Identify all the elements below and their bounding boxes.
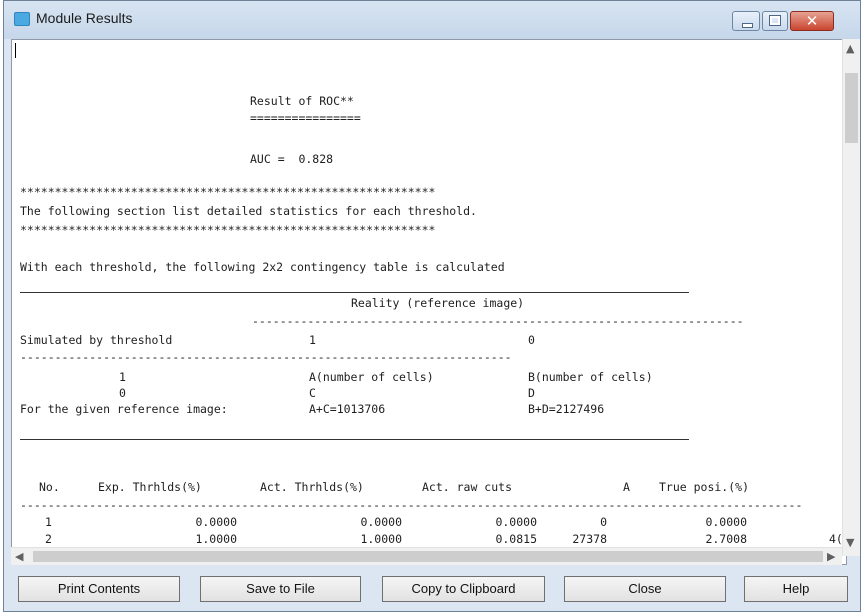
window-title: Module Results (36, 10, 133, 26)
scroll-left-icon[interactable]: ◀ (15, 550, 23, 563)
minimize-icon (742, 23, 753, 28)
table-row-1-exp: 0.0000 (195, 515, 237, 529)
results-text-area[interactable]: Result of ROC** ================ AUC = 0… (11, 39, 847, 565)
stars-divider-top: ****************************************… (20, 185, 436, 199)
reality-col-1: 1 (309, 333, 316, 347)
sim-row-0: 0 (119, 386, 126, 400)
contingency-intro: With each threshold, the following 2x2 c… (20, 260, 505, 274)
scroll-down-icon[interactable]: ▼ (846, 536, 854, 549)
given-reference-label: For the given reference image: (20, 402, 228, 416)
cell-d: D (528, 386, 535, 400)
result-underline: ================ (250, 111, 361, 125)
table-row-1-a: 0 (600, 515, 607, 529)
stars-divider-bottom: ****************************************… (20, 223, 436, 237)
maximize-icon (769, 15, 781, 26)
close-window-button[interactable]: ✕ (790, 11, 834, 31)
table-row-2-overflow: 4( (829, 532, 843, 546)
vertical-scroll-thumb[interactable] (845, 73, 858, 143)
cell-b: B(number of cells) (528, 370, 653, 384)
save-to-file-button[interactable]: Save to File (200, 576, 361, 602)
sim-row-1: 1 (119, 370, 126, 384)
table-row-1-no: 1 (45, 515, 52, 529)
col-header-a: A (623, 480, 630, 494)
table-row-1-raw: 0.0000 (495, 515, 537, 529)
reality-col-0: 0 (528, 333, 535, 347)
vertical-scrollbar[interactable]: ▲ ▼ (842, 39, 860, 556)
scroll-right-icon[interactable]: ▶ (827, 550, 835, 563)
title-bar[interactable]: Module Results ✕ (4, 1, 860, 39)
col-header-no: No. (39, 480, 60, 494)
horizontal-scrollbar[interactable]: ◀ ▶ (11, 547, 842, 565)
a-plus-c: A+C=1013706 (309, 402, 386, 416)
minimize-button[interactable] (732, 11, 760, 31)
simulated-label: Simulated by threshold (20, 333, 173, 347)
horizontal-scroll-thumb[interactable] (33, 551, 823, 562)
button-bar: Print Contents Save to File Copy to Clip… (4, 565, 860, 611)
text-caret (15, 43, 16, 58)
table-row-2-true-pos: 2.7008 (705, 532, 747, 546)
table-row-1-act: 0.0000 (360, 515, 402, 529)
col-header-act-thr: Act. Thrhlds(%) (260, 480, 364, 494)
close-icon: ✕ (805, 12, 819, 30)
maximize-button[interactable] (762, 11, 788, 31)
table-row-2-no: 2 (45, 532, 52, 546)
result-title: Result of ROC** (250, 94, 354, 108)
cell-a: A(number of cells) (309, 370, 434, 384)
auc-value: AUC = 0.828 (250, 152, 334, 166)
table-row-2-a: 27378 (572, 532, 607, 546)
results-table-dashes: ----------------------------------------… (20, 498, 803, 512)
table-row-2-act: 1.0000 (360, 532, 402, 546)
copy-to-clipboard-button[interactable]: Copy to Clipboard (382, 576, 545, 602)
cell-c: C (309, 386, 316, 400)
scroll-up-icon[interactable]: ▲ (846, 42, 854, 55)
section-description: The following section list detailed stat… (20, 204, 477, 218)
reality-header: Reality (reference image) (351, 296, 525, 310)
table-bottom-rule (20, 439, 689, 440)
reality-dashes: ----------------------------------------… (252, 314, 744, 328)
close-button[interactable]: Close (564, 576, 726, 602)
help-button[interactable]: Help (744, 576, 848, 602)
module-results-window: Module Results ✕ Result of ROC** =======… (3, 0, 861, 612)
b-plus-d: B+D=2127496 (528, 402, 605, 416)
contingency-dashes: ----------------------------------------… (20, 350, 512, 364)
table-row-2-exp: 1.0000 (195, 532, 237, 546)
table-top-rule (20, 292, 689, 293)
col-header-raw-cuts: Act. raw cuts (422, 480, 513, 494)
col-header-exp-thr: Exp. Thrhlds(%) (98, 480, 202, 494)
table-row-1-true-pos: 0.0000 (705, 515, 747, 529)
app-icon (14, 12, 30, 26)
print-contents-button[interactable]: Print Contents (18, 576, 180, 602)
table-row-2-raw: 0.0815 (495, 532, 537, 546)
col-header-true-pos: True posi.(%) (659, 480, 750, 494)
